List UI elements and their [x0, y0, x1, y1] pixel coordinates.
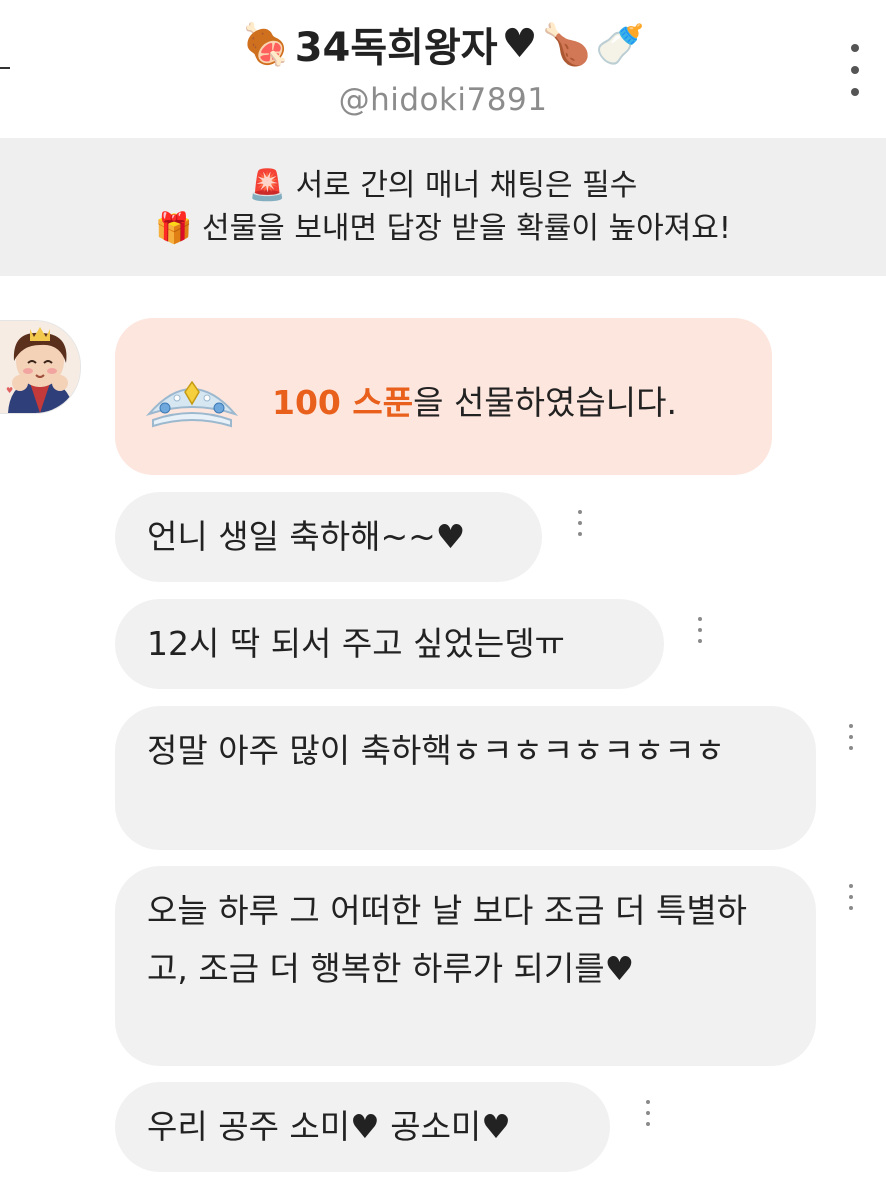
avatar[interactable]: ♥ [0, 320, 81, 414]
gift-amount: 100 스푼 [272, 383, 414, 422]
chat-header: 🍖 34독희왕자 ♥ 🍗 🍼 @hidoki7891 [0, 0, 886, 138]
notice-line-2: 🎁 선물을 보내면 답장 받을 확률이 높아져요! [155, 207, 731, 251]
gift-message-bubble[interactable]: 100 스푼을 선물하였습니다. [115, 318, 772, 475]
gift-box-icon: 🎁 [155, 211, 193, 246]
message-text: 우리 공주 소미♥ 공소미♥ [147, 1107, 511, 1146]
message-bubble[interactable]: 우리 공주 소미♥ 공소미♥ [115, 1082, 610, 1172]
tiara-icon [145, 380, 239, 428]
message-bubble[interactable]: 정말 아주 많이 축하핵ㅎㅋㅎㅋㅎㅋㅎㅋㅎ [115, 706, 816, 850]
message-text: 오늘 하루 그 어떠한 날 보다 조금 더 특별하고, 조금 더 행복한 하루가… [147, 891, 748, 988]
message-text: 12시 딱 되서 주고 싶었는뎅ㅠ [147, 624, 565, 663]
message-more-icon[interactable] [846, 724, 856, 750]
notice-text-2: 선물을 보내면 답장 받을 확률이 높아져요! [201, 211, 731, 246]
message-bubble[interactable]: 오늘 하루 그 어떠한 날 보다 조금 더 특별하고, 조금 더 행복한 하루가… [115, 866, 816, 1066]
notice-banner: 🚨 서로 간의 매너 채팅은 필수 🎁 선물을 보내면 답장 받을 확률이 높아… [0, 138, 886, 276]
chat-title-text: 34독희왕자 [294, 25, 498, 71]
meat-emoji: 🍖 [240, 21, 291, 68]
message-more-icon[interactable] [575, 510, 585, 536]
heart-icon: ♥ [501, 21, 538, 67]
message-more-icon[interactable] [643, 1100, 653, 1126]
message-bubble[interactable]: 12시 딱 되서 주고 싶었는뎅ㅠ [115, 599, 664, 689]
header-more-icon[interactable] [846, 44, 864, 96]
chat-title: 🍖 34독희왕자 ♥ 🍗 🍼 [0, 14, 886, 74]
notice-line-1: 🚨 서로 간의 매너 채팅은 필수 [249, 164, 638, 208]
baby-bottle-emoji: 🍼 [595, 21, 646, 68]
gift-suffix: 을 선물하였습니다. [413, 383, 677, 422]
gift-text: 100 스푼을 선물하였습니다. [272, 376, 677, 424]
siren-icon: 🚨 [248, 167, 287, 203]
message-more-icon[interactable] [695, 617, 705, 643]
message-more-icon[interactable] [846, 884, 856, 910]
svg-text:♥: ♥ [6, 386, 13, 395]
notice-text-1: 서로 간의 매너 채팅은 필수 [295, 167, 638, 203]
user-handle: @hidoki7891 [338, 82, 548, 118]
message-text: 언니 생일 축하해~~♥ [147, 517, 466, 556]
message-text: 정말 아주 많이 축하핵ㅎㅋㅎㅋㅎㅋㅎㅋㅎ [147, 731, 725, 770]
message-bubble[interactable]: 언니 생일 축하해~~♥ [115, 492, 542, 582]
chicken-leg-emoji: 🍗 [541, 21, 592, 68]
